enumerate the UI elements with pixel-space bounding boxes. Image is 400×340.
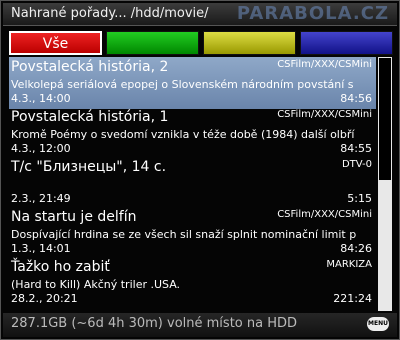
free-space-status: 287.1GB (~6d 4h 30m) volné místo na HDD (11, 316, 298, 331)
status-bar: 287.1GB (~6d 4h 30m) volné místo na HDD … (3, 313, 397, 337)
color-button-bar: Vše (9, 31, 395, 57)
recording-item[interactable]: Povstalecká história, 1 CSFilm/XXX/CSMin… (9, 107, 376, 159)
scrollbar-thumb[interactable] (378, 57, 392, 181)
recording-channel: CSFilm/XXX/CSMini (277, 59, 372, 70)
yellow-button[interactable] (203, 31, 296, 55)
recordings-list: Povstalecká história, 2 CSFilm/XXX/CSMin… (9, 57, 376, 311)
recording-description: (Hard to Kill) Akčný triler .USA. (11, 278, 181, 291)
recording-name: T/c "Близнецы", 14 c. (11, 159, 167, 175)
recording-description: Dospívající hrdina se ze všech sil snaží… (11, 228, 357, 241)
recording-channel: DTV-0 (341, 159, 372, 170)
recording-channel: CSFilm/XXX/CSMini (277, 209, 372, 220)
recording-description: Kromě Poémy o svedomí vznikla v téže dob… (11, 128, 355, 141)
recording-duration: 84:56 (340, 92, 372, 105)
recording-date: 28.2., 20:21 (11, 292, 78, 305)
recording-channel: CSFilm/XXX/CSMini (277, 109, 372, 120)
recordings-window: Nahrané pořady... /hdd/movie/ PARABOLA.C… (0, 0, 400, 340)
recording-description: Velkolepá seriálová epopej o Slovenském … (11, 78, 354, 91)
recording-duration: 84:55 (340, 142, 372, 155)
menu-icon[interactable]: MENU (367, 317, 389, 331)
recording-channel: MARKIZA (326, 259, 372, 270)
green-button[interactable] (106, 31, 199, 55)
recording-duration: 84:26 (340, 242, 372, 255)
recording-date: 2.3., 21:49 (11, 192, 71, 205)
recording-item[interactable]: Povstalecká história, 2 CSFilm/XXX/CSMin… (9, 57, 376, 109)
recording-name: Povstalecká história, 2 (11, 59, 169, 75)
recording-date: 1.3., 14:01 (11, 242, 71, 255)
recording-name: Na startu je delfín (11, 209, 137, 225)
red-button-all[interactable]: Vše (9, 31, 102, 55)
window-title: Nahrané pořady... /hdd/movie/ (11, 6, 209, 21)
recording-name: Ťažko ho zabiť (11, 259, 110, 275)
recording-duration: 221:24 (333, 292, 372, 305)
list-scrollbar[interactable] (378, 57, 392, 311)
recording-item[interactable]: Na startu je delfín CSFilm/XXX/CSMini Do… (9, 207, 376, 259)
title-bar: Nahrané pořady... /hdd/movie/ PARABOLA.C… (3, 3, 397, 26)
watermark-logo: PARABOLA.CZ (236, 3, 389, 24)
recording-date: 4.3., 14:00 (11, 92, 71, 105)
recording-name: Povstalecká história, 1 (11, 109, 169, 125)
blue-button[interactable] (300, 31, 393, 55)
recording-duration: 5:15 (347, 192, 372, 205)
recording-item[interactable]: T/c "Близнецы", 14 c. DTV-0 2.3., 21:49 … (9, 157, 376, 209)
recording-date: 4.3., 12:00 (11, 142, 71, 155)
recording-item[interactable]: Ťažko ho zabiť MARKIZA (Hard to Kill) Ak… (9, 257, 376, 309)
